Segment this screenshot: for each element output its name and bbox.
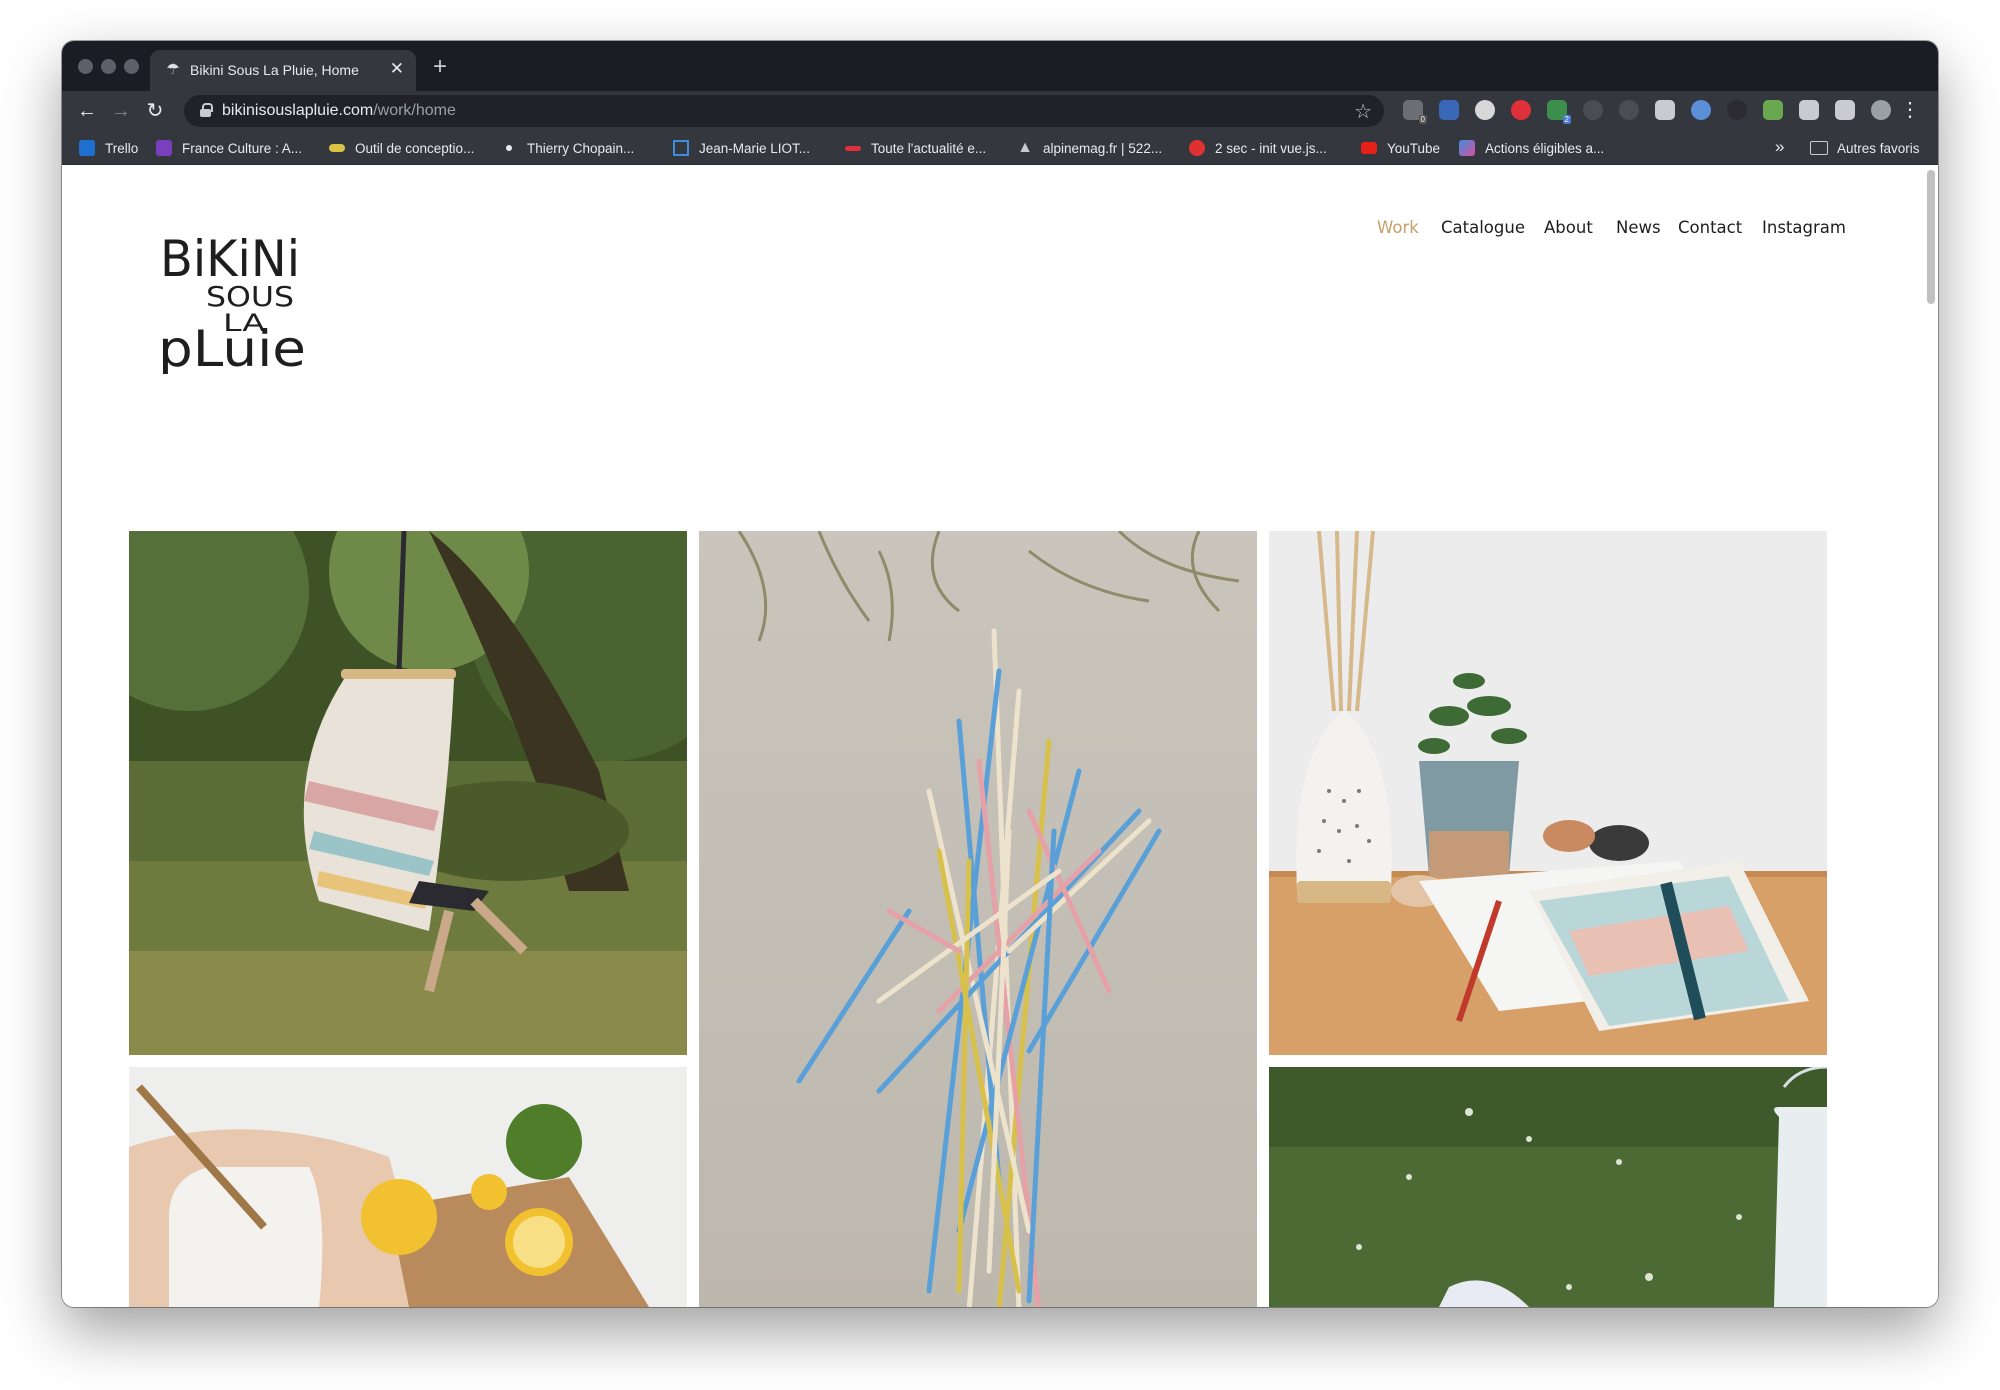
page-scrollbar[interactable] (1927, 170, 1935, 304)
web-page: BiKiNi SOUS LA pLuie Work Catalogue Abou… (62, 166, 1938, 1307)
url-text: bikinisouslapluie.com/work/home (222, 102, 456, 120)
extension-vue-icon[interactable] (1655, 100, 1675, 120)
tab-strip: ☂ Bikini Sous La Pluie, Home ✕ + (62, 41, 1938, 91)
forward-button[interactable]: → (109, 99, 133, 123)
nav-contact[interactable]: Contact (1678, 218, 1742, 237)
nav-catalogue[interactable]: Catalogue (1441, 218, 1525, 237)
bookmark-favicon-icon (673, 140, 689, 156)
lock-icon (200, 103, 213, 117)
site-favicon-icon: ☂ (166, 61, 180, 78)
bookmark-label: France Culture : A... (182, 140, 303, 156)
bookmark-label: alpinemag.fr | 522... (1043, 140, 1163, 156)
bookmark-item[interactable]: Outil de conceptio... (329, 139, 474, 157)
bookmark-item[interactable]: ▲ alpinemag.fr | 522... (1017, 139, 1162, 157)
other-bookmarks-label: Autres favoris (1837, 140, 1920, 156)
bookmark-item[interactable]: Trello (79, 139, 138, 157)
lantern-photo (1269, 1067, 1827, 1307)
extension-bars-icon[interactable] (1439, 100, 1459, 120)
url-domain: bikinisouslapluie.com (222, 102, 374, 119)
reading-list-icon[interactable] (1835, 100, 1855, 120)
nav-about[interactable]: About (1544, 218, 1593, 237)
diffuser-photo (1269, 531, 1827, 1055)
bookmark-favicon-icon: ▲ (1017, 139, 1033, 156)
browser-menu-icon[interactable]: ⋮ (1900, 98, 1920, 122)
bookmark-item[interactable]: 2 sec - init vue.js... (1189, 139, 1327, 157)
extension-shield-icon[interactable]: 0 (1403, 100, 1427, 124)
extension-circle-icon[interactable] (1691, 100, 1711, 120)
extension-badge: 2 (1562, 115, 1571, 124)
site-logo[interactable]: BiKiNi SOUS LA pLuie (158, 214, 318, 374)
gallery-tile-hammock[interactable] (129, 531, 687, 1055)
tab-close-icon[interactable]: ✕ (390, 59, 404, 79)
bookmark-favicon-icon (506, 145, 512, 151)
extension-green-icon[interactable]: 2 (1547, 100, 1571, 124)
nav-news[interactable]: News (1616, 218, 1661, 237)
extension-dark-icon[interactable] (1727, 100, 1747, 120)
nav-work[interactable]: Work (1377, 218, 1419, 237)
bookmark-favicon-icon (1361, 142, 1377, 154)
bookmark-label: Trello (105, 140, 139, 156)
bookmark-label: Jean-Marie LIOT... (699, 140, 811, 156)
extension-skull-icon[interactable] (1475, 100, 1495, 120)
bookmark-item[interactable]: YouTube (1361, 139, 1440, 157)
bookmark-favicon-icon (156, 140, 172, 156)
bookmark-label: YouTube (1387, 140, 1441, 156)
gallery-tile-pitcher[interactable] (129, 1067, 687, 1307)
gallery-tile-lantern[interactable] (1269, 1067, 1827, 1307)
url-path: /work/home (373, 102, 456, 119)
extension-badge: 0 (1418, 115, 1427, 124)
gallery-tile-diffuser[interactable] (1269, 531, 1827, 1055)
bookmark-favicon-icon (1459, 140, 1475, 156)
new-tab-button[interactable]: + (433, 55, 447, 79)
bookmark-favicon-icon (845, 145, 861, 151)
bookmark-item[interactable]: Toute l'actualité e... (845, 139, 986, 157)
minimize-window-button[interactable] (101, 59, 116, 74)
bookmark-item[interactable]: France Culture : A... (156, 139, 302, 157)
logo-text-line4: pLuie (158, 320, 306, 374)
bookmark-favicon-icon (79, 140, 95, 156)
close-window-button[interactable] (78, 59, 93, 74)
bookmark-item[interactable]: Actions éligibles a... (1459, 139, 1604, 157)
address-bar[interactable]: bikinisouslapluie.com/work/home ☆ (184, 95, 1384, 127)
extension-pen-icon[interactable] (1763, 100, 1783, 120)
bookmarks-overflow-button[interactable]: » (1775, 137, 1784, 157)
browser-window: ☂ Bikini Sous La Pluie, Home ✕ + ← → ↻ b… (62, 41, 1938, 1307)
profile-avatar[interactable] (1871, 100, 1891, 120)
browser-toolbar: ← → ↻ bikinisouslapluie.com/work/home ☆ … (62, 91, 1938, 131)
folder-icon (1810, 141, 1828, 155)
other-bookmarks-folder[interactable]: Autres favoris (1810, 139, 1920, 157)
zoom-window-button[interactable] (124, 59, 139, 74)
nav-instagram[interactable]: Instagram (1762, 218, 1846, 237)
extension-ublock-icon[interactable] (1511, 100, 1531, 120)
bookmark-label: Toute l'actualité e... (871, 140, 987, 156)
bookmarks-bar: Trello France Culture : A... Outil de co… (62, 131, 1938, 165)
bookmark-label: 2 sec - init vue.js... (1215, 140, 1327, 156)
bookmark-label: Outil de conceptio... (355, 140, 475, 156)
back-button[interactable]: ← (75, 99, 99, 123)
bookmark-label: Thierry Chopain... (527, 140, 635, 156)
extensions-puzzle-icon[interactable] (1799, 100, 1819, 120)
mikado-photo (699, 531, 1257, 1307)
bookmark-item[interactable]: Jean-Marie LIOT... (673, 139, 810, 157)
reload-button[interactable]: ↻ (143, 99, 167, 123)
pitcher-photo (129, 1067, 687, 1307)
hammock-photo (129, 531, 687, 1055)
tab-active[interactable]: ☂ Bikini Sous La Pluie, Home ✕ (150, 50, 416, 91)
bookmark-favicon-icon (1189, 140, 1205, 156)
bookmark-item[interactable]: Thierry Chopain... (501, 139, 634, 157)
bookmark-label: Actions éligibles a... (1485, 140, 1605, 156)
bookmark-star-icon[interactable]: ☆ (1354, 99, 1372, 124)
extension-recycle-icon[interactable] (1583, 100, 1603, 120)
bookmark-favicon-icon (329, 144, 345, 152)
tab-title: Bikini Sous La Pluie, Home (190, 62, 359, 78)
extension-clock-icon[interactable] (1619, 100, 1639, 120)
gallery-tile-mikado[interactable] (699, 531, 1257, 1307)
